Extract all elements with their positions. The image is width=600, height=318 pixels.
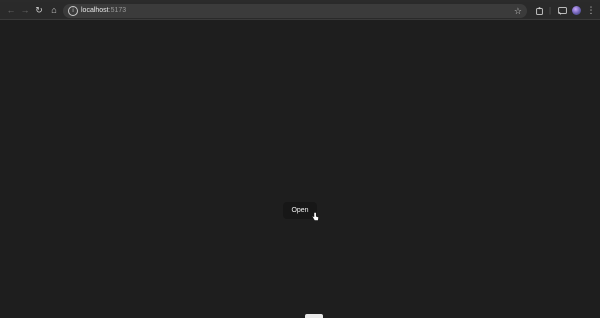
hand-pointer-cursor-icon <box>312 212 319 221</box>
bottom-edge-tab <box>305 314 323 318</box>
address-url[interactable]: localhost:5173 <box>81 4 126 18</box>
toolbar-divider: | <box>548 6 552 15</box>
profile-avatar[interactable] <box>572 6 581 15</box>
bookmark-star-icon[interactable]: ☆ <box>514 4 522 18</box>
reload-icon[interactable]: ↻ <box>32 2 46 19</box>
kebab-menu-icon[interactable]: ⋮ <box>584 2 598 19</box>
page-viewport <box>0 20 600 318</box>
address-bar[interactable]: i localhost:5173 ☆ <box>63 4 527 18</box>
url-host: localhost <box>81 7 109 14</box>
back-arrow-icon[interactable]: ← <box>4 2 18 19</box>
site-info-icon[interactable]: i <box>68 6 78 16</box>
url-port: :5173 <box>108 7 127 14</box>
extensions-puzzle-icon[interactable] <box>533 2 547 19</box>
forward-arrow-icon[interactable]: → <box>18 2 32 19</box>
browser-toolbar: ← → ↻ ⌂ i localhost:5173 ☆ | ⋮ <box>0 2 600 20</box>
cast-icon[interactable] <box>555 2 569 19</box>
home-icon[interactable]: ⌂ <box>47 2 61 19</box>
